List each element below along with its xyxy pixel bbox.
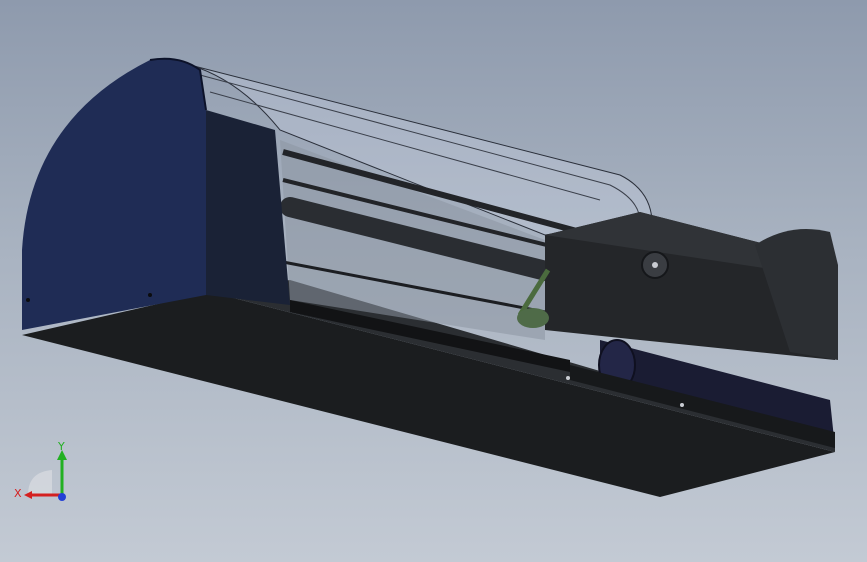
triad-y-label: Y [57, 440, 65, 453]
triad-z-axis [58, 493, 66, 501]
left-inner-plate[interactable] [206, 110, 290, 305]
coordinate-triad: Y X [14, 440, 67, 501]
triad-x-arrow [24, 491, 32, 499]
left-end-cap[interactable] [22, 58, 206, 330]
graphics-viewport[interactable]: Y X [0, 0, 867, 562]
screw-1 [26, 298, 30, 302]
screw-2 [148, 293, 152, 297]
motor-center [652, 262, 658, 268]
cad-model-view[interactable] [0, 0, 867, 562]
screw-4 [680, 403, 684, 407]
drive-pulley[interactable] [517, 308, 549, 328]
triad-x-label: X [14, 487, 22, 500]
screw-3 [566, 376, 570, 380]
